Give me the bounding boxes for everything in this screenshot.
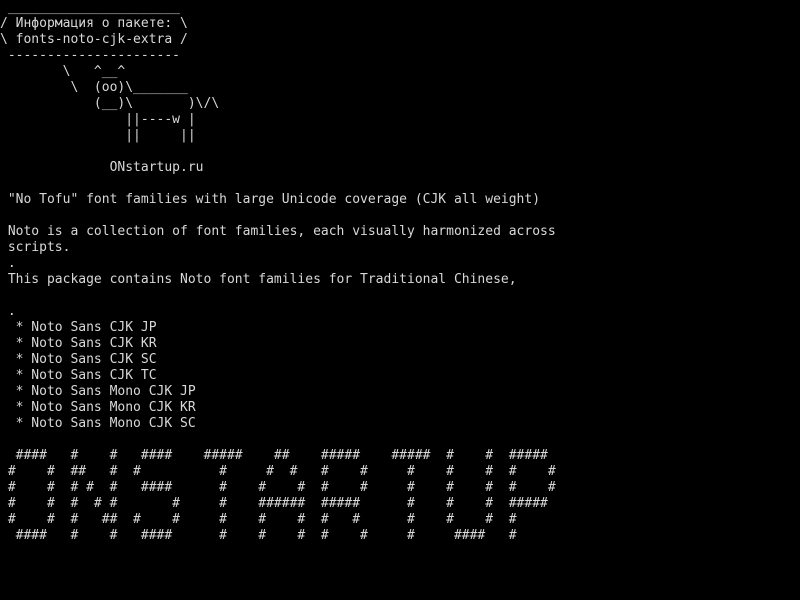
terminal-line: ______________________	[0, 0, 181, 15]
banner-line: # # # # # #### # # # # # # # # # #	[0, 480, 556, 495]
terminal-line: / Информация о пакете: \	[0, 16, 188, 31]
terminal-line: scripts.	[0, 240, 71, 255]
package-list-item: * Noto Sans CJK KR	[0, 336, 157, 351]
package-list-item: * Noto Sans Mono CJK KR	[0, 400, 196, 415]
terminal-line: ----------------------	[0, 48, 181, 63]
banner-line: #### # # #### # # # # # # #### #	[0, 528, 517, 543]
terminal-line: ONstartup.ru	[0, 160, 204, 175]
terminal-line: \ ^__^	[0, 64, 126, 79]
terminal-line: Noto is a collection of font families, e…	[0, 224, 556, 239]
terminal-line: ||----w |	[0, 112, 196, 127]
package-list-item: * Noto Sans Mono CJK JP	[0, 384, 196, 399]
package-list-item: * Noto Sans CJK SC	[0, 352, 157, 367]
package-list-item: * Noto Sans CJK JP	[0, 320, 157, 335]
package-list-item: * Noto Sans CJK TC	[0, 368, 157, 383]
terminal-line: .	[0, 256, 16, 271]
terminal-line: \ fonts-noto-cjk-extra /	[0, 32, 188, 47]
terminal-line: || ||	[0, 128, 196, 143]
banner-line: # # # ## # # # # # # # # # # #	[0, 512, 517, 527]
terminal-line: \ (oo)\_______	[0, 80, 188, 95]
banner-line: #### # # #### ##### ## ##### ##### # # #…	[0, 448, 548, 463]
banner-line: # # ## # # # # # # # # # # # #	[0, 464, 556, 479]
terminal-line: This package contains Noto font families…	[0, 272, 517, 287]
terminal-line: "No Tofu" font families with large Unico…	[0, 192, 541, 207]
terminal-screen: ______________________ / Информация о па…	[0, 0, 800, 600]
terminal-line: (__)\ )\/\	[0, 96, 220, 111]
package-list-item: * Noto Sans Mono CJK SC	[0, 416, 196, 431]
terminal-line: .	[0, 304, 16, 319]
banner-line: # # # # # # # ###### ##### # # # #####	[0, 496, 548, 511]
